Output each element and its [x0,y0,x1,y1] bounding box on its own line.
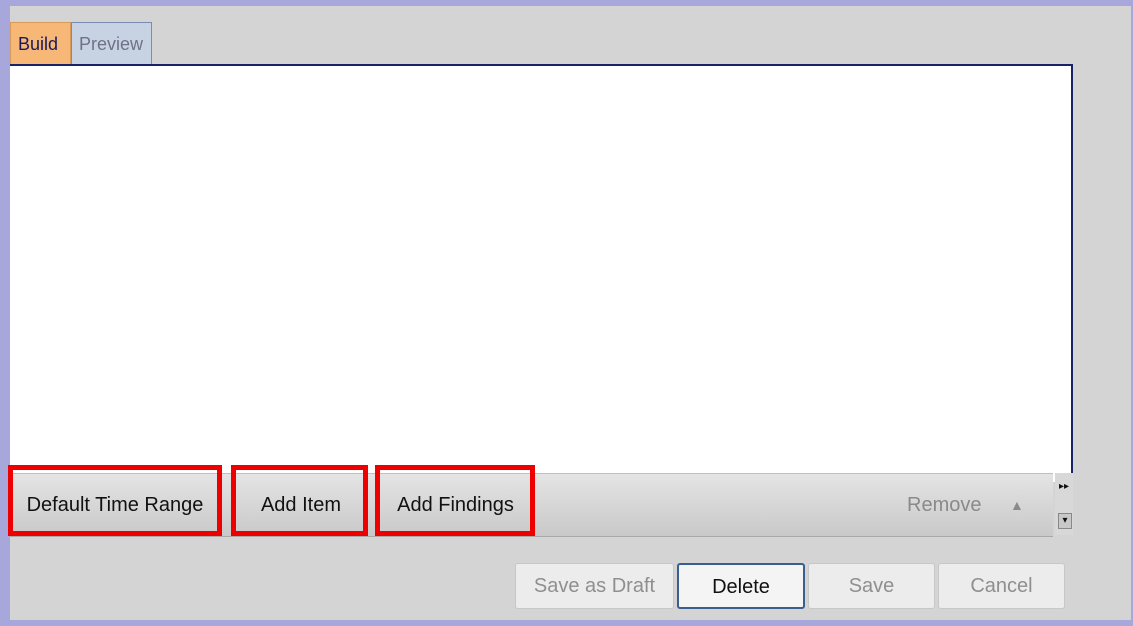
build-content-area[interactable] [10,64,1073,482]
action-bar-scroller[interactable]: ▸▸ ▾ [1055,473,1073,535]
delete-button[interactable]: Delete [677,563,805,609]
save-as-draft-button[interactable]: Save as Draft [515,563,674,609]
highlight-add-findings [375,465,535,536]
cancel-button[interactable]: Cancel [938,563,1065,609]
scroll-down-icon[interactable]: ▾ [1058,513,1072,529]
save-button[interactable]: Save [808,563,935,609]
highlight-add-item [231,465,368,536]
scroll-right-icon[interactable]: ▸▸ [1055,481,1073,492]
remove-button[interactable]: Remove [907,474,981,536]
tab-build[interactable]: Build [10,22,71,64]
highlight-default-time-range [8,465,222,536]
remove-arrow-icon[interactable]: ▲ [1010,474,1024,536]
tab-preview[interactable]: Preview [71,22,152,64]
editor-window: Build Preview Default Time Range Add Ite… [8,6,1131,620]
